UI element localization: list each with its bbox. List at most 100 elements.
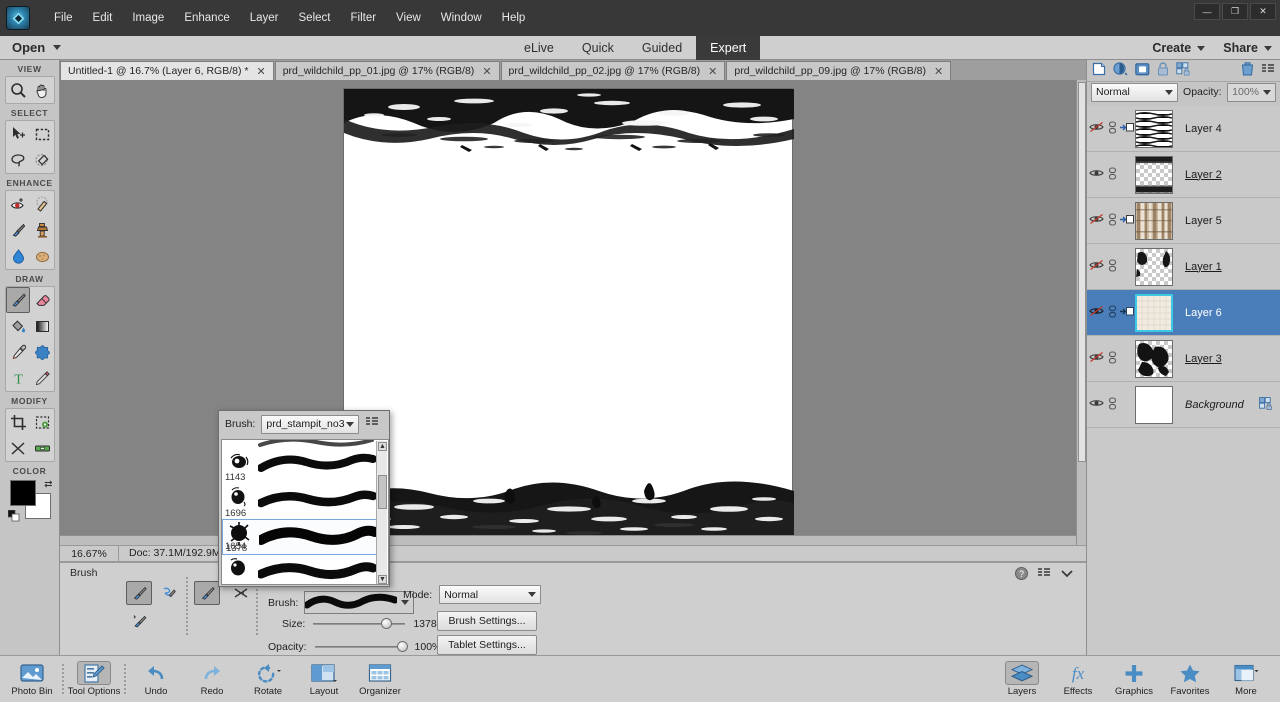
adjustment-layer-icon[interactable] — [1113, 62, 1128, 79]
brush-list-item[interactable]: 1143 — [222, 447, 377, 483]
document-tab-pp-02[interactable]: prd_wildchild_pp_02.jpg @ 17% (RGB/8) ✕ — [500, 61, 726, 80]
panel-menu-icon[interactable] — [365, 417, 379, 431]
menu-item-window[interactable]: Window — [431, 8, 492, 28]
brush-tool[interactable] — [6, 287, 30, 313]
menu-item-view[interactable]: View — [386, 8, 431, 28]
menu-item-select[interactable]: Select — [289, 8, 341, 28]
share-button[interactable]: Share — [1223, 41, 1272, 55]
layout-button[interactable]: Layout — [296, 657, 352, 702]
redo-button[interactable]: Redo — [184, 657, 240, 702]
red-eye-removal-tool[interactable] — [6, 191, 30, 217]
move-tool[interactable] — [6, 121, 30, 147]
brush-settings-button[interactable]: Brush Settings... — [437, 611, 537, 631]
close-icon[interactable]: ✕ — [934, 65, 943, 78]
lasso-tool[interactable] — [6, 147, 30, 173]
hand-tool[interactable] — [30, 77, 54, 103]
link-layer-icon[interactable] — [1105, 212, 1119, 229]
size-slider[interactable] — [313, 618, 406, 630]
collapse-chevron-icon[interactable] — [1060, 569, 1074, 582]
straighten-tool[interactable] — [30, 435, 54, 461]
quick-selection-tool[interactable] — [30, 147, 54, 173]
layer-row-layer-6[interactable]: Layer 6 — [1087, 290, 1280, 336]
layer-name[interactable]: Layer 5 — [1185, 215, 1222, 227]
minimize-button[interactable]: — — [1194, 3, 1220, 20]
layer-thumbnail[interactable] — [1135, 247, 1173, 286]
link-layer-icon[interactable] — [1105, 258, 1119, 275]
tab-quick[interactable]: Quick — [568, 36, 628, 60]
help-icon[interactable]: ? — [1015, 567, 1028, 583]
photo-bin-button[interactable]: Photo Bin — [4, 657, 60, 702]
color-replacement-brush-icon[interactable] — [126, 609, 152, 633]
layer-thumbnail[interactable] — [1135, 385, 1173, 424]
canvas-area[interactable] — [60, 80, 1086, 545]
brush-preset-dropdown[interactable]: prd_stampit_no3 — [261, 414, 360, 434]
lock-icon[interactable] — [1259, 396, 1273, 413]
link-layer-icon[interactable] — [1105, 350, 1119, 367]
layer-name[interactable]: Layer 6 — [1185, 307, 1222, 319]
smart-brush-tool[interactable] — [6, 217, 30, 243]
crop-tool[interactable] — [6, 409, 30, 435]
spot-healing-brush-tool[interactable] — [30, 191, 54, 217]
layer-list[interactable]: Layer 4 Layer 2 Layer 5 Layer 1 Layer 6 … — [1087, 106, 1280, 655]
brush-list-item[interactable]: 1696 — [222, 483, 378, 519]
visibility-toggle-icon[interactable] — [1087, 167, 1105, 182]
link-layer-icon[interactable] — [1105, 396, 1119, 413]
layer-row-layer-2[interactable]: Layer 2 — [1087, 152, 1280, 198]
brush-preset-icon[interactable] — [194, 581, 220, 605]
document-tab-pp-01[interactable]: prd_wildchild_pp_01.jpg @ 17% (RGB/8) ✕ — [274, 61, 500, 80]
eraser-tool[interactable] — [30, 287, 54, 313]
open-button[interactable]: Open — [12, 40, 62, 55]
close-icon[interactable]: ✕ — [708, 65, 717, 78]
blend-mode-dropdown[interactable]: Normal — [1091, 82, 1179, 102]
size-slider-knob[interactable] — [381, 618, 393, 629]
close-icon[interactable]: ✕ — [256, 65, 265, 78]
delete-layer-icon[interactable] — [1241, 62, 1254, 79]
menu-item-filter[interactable]: Filter — [340, 8, 386, 28]
scroll-down-icon[interactable]: ▼ — [378, 575, 387, 584]
create-button[interactable]: Create — [1152, 41, 1206, 55]
visibility-toggle-icon[interactable] — [1087, 259, 1105, 274]
undo-button[interactable]: Undo — [128, 657, 184, 702]
lock-icon[interactable] — [1157, 62, 1169, 79]
layer-thumbnail[interactable] — [1135, 201, 1173, 240]
type-tool[interactable]: T — [6, 365, 30, 391]
link-layer-icon[interactable] — [1105, 120, 1119, 137]
layers-panel-button[interactable]: Layers — [994, 657, 1050, 702]
visibility-toggle-icon[interactable] — [1087, 351, 1105, 366]
visibility-toggle-icon[interactable] — [1087, 213, 1105, 228]
custom-shape-tool[interactable] — [30, 339, 54, 365]
blur-tool[interactable] — [6, 243, 30, 269]
paint-bucket-tool[interactable] — [6, 313, 30, 339]
tab-expert[interactable]: Expert — [696, 36, 761, 60]
impressionist-brush-icon[interactable] — [156, 581, 182, 605]
mode-dropdown[interactable]: Normal — [439, 585, 542, 604]
clone-stamp-tool[interactable] — [30, 217, 54, 243]
layer-name[interactable]: Layer 2 — [1185, 169, 1222, 181]
menu-item-file[interactable]: File — [44, 8, 83, 28]
brush-list-scrollbar[interactable]: ▲ ▼ — [376, 441, 387, 584]
swap-colors-icon[interactable]: ⇄ — [44, 479, 52, 490]
panel-menu-icon[interactable] — [1037, 568, 1051, 582]
panel-menu-icon[interactable] — [1261, 63, 1275, 78]
layer-opacity-field[interactable]: 100% — [1226, 82, 1276, 102]
layer-row-layer-1[interactable]: Layer 1 — [1087, 244, 1280, 290]
menu-item-layer[interactable]: Layer — [240, 8, 289, 28]
zoom-level-value[interactable]: 16.67% — [60, 548, 118, 560]
layer-row-layer-3[interactable]: Layer 3 — [1087, 336, 1280, 382]
canvas-vertical-scrollbar[interactable] — [1076, 80, 1086, 545]
brush-preset-list[interactable]: 1143 1696 1378 1654 ▲ ▼ — [221, 439, 389, 585]
recompose-tool[interactable] — [30, 409, 54, 435]
scrollbar-thumb[interactable] — [1078, 82, 1086, 462]
layer-row-layer-4[interactable]: Layer 4 — [1087, 106, 1280, 152]
zoom-tool[interactable] — [6, 77, 30, 103]
sponge-tool[interactable] — [30, 243, 54, 269]
layer-thumbnail[interactable] — [1135, 339, 1173, 378]
effects-panel-button[interactable]: fx Effects — [1050, 657, 1106, 702]
rectangular-marquee-tool[interactable] — [30, 121, 54, 147]
foreground-color-swatch[interactable] — [9, 480, 36, 506]
maximize-button[interactable]: ❐ — [1222, 3, 1248, 20]
organizer-button[interactable]: Organizer — [352, 657, 408, 702]
tablet-settings-button[interactable]: Tablet Settings... — [437, 635, 537, 655]
menu-item-enhance[interactable]: Enhance — [174, 8, 239, 28]
new-layer-icon[interactable] — [1092, 62, 1106, 79]
